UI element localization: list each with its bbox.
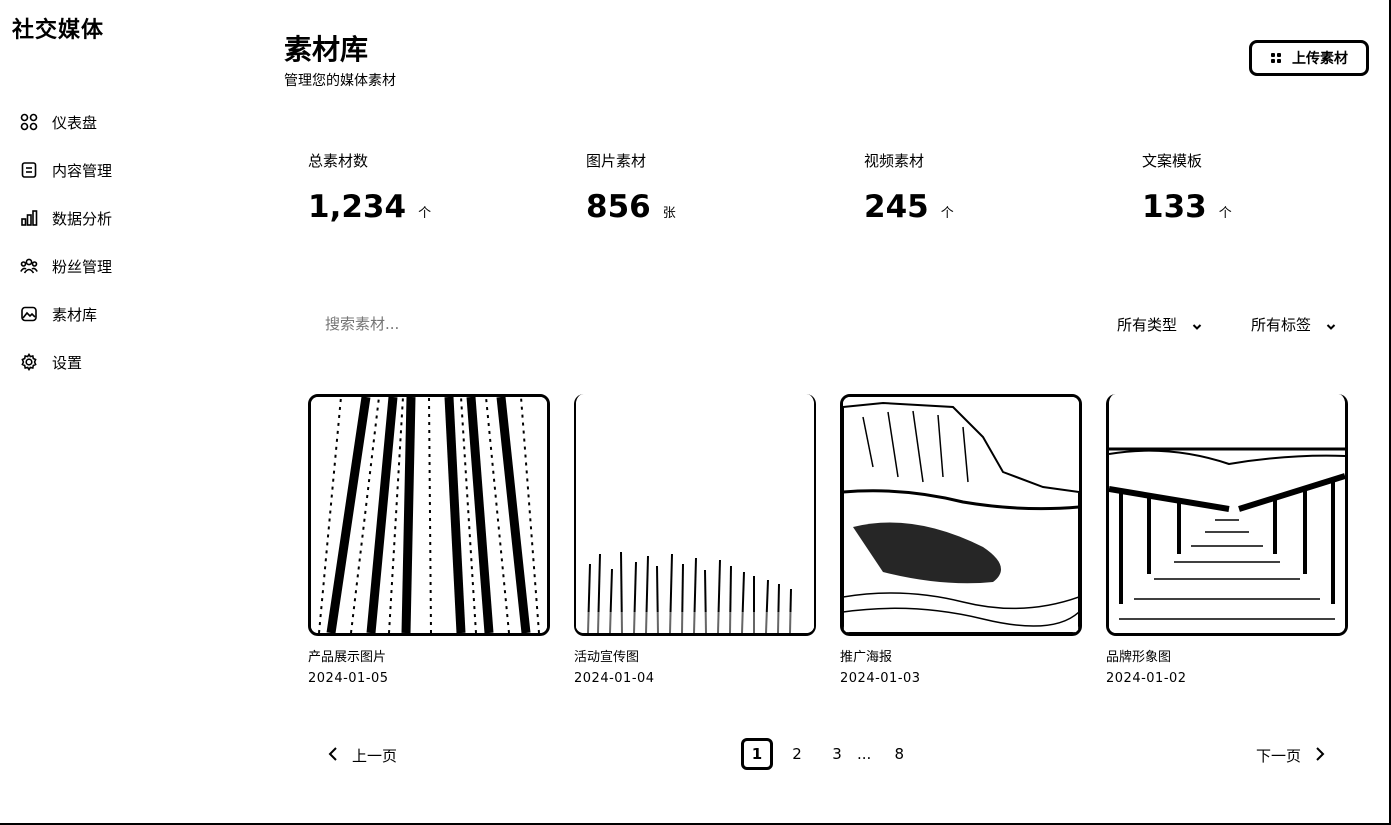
sidebar-item-label: 数据分析 — [52, 209, 113, 228]
tag-select-value: 所有标签 — [1251, 316, 1312, 334]
sidebar-item-dashboard[interactable]: 仪表盘 — [20, 98, 112, 146]
stat-unit: 张 — [662, 206, 676, 221]
sidebar-item-label: 设置 — [52, 353, 83, 372]
type-select-value: 所有类型 — [1117, 316, 1178, 334]
prev-page-label: 上一页 — [352, 747, 398, 765]
sidebar-item-label: 素材库 — [52, 305, 98, 324]
grid-icon — [1270, 52, 1282, 64]
image-icon — [20, 305, 38, 323]
card-title: 品牌形象图 — [1106, 650, 1172, 665]
stat-label: 文案模板 — [1142, 152, 1203, 170]
media-card[interactable]: 产品展示图片 2024-01-05 — [308, 394, 550, 686]
media-thumbnail-field[interactable] — [574, 394, 816, 636]
sidebar-item-library[interactable]: 素材库 — [20, 290, 112, 338]
sidebar-item-settings[interactable]: 设置 — [20, 338, 112, 386]
next-page-button[interactable]: 下一页 — [1256, 745, 1325, 766]
document-icon — [20, 161, 38, 179]
search-input[interactable] — [325, 313, 625, 335]
stat-label: 视频素材 — [864, 152, 925, 170]
sidebar-item-label: 仪表盘 — [52, 113, 98, 132]
stat-label: 总素材数 — [308, 152, 369, 170]
upload-button[interactable]: 上传素材 — [1249, 40, 1369, 76]
stat-images: 图片素材 856 张 — [586, 150, 676, 225]
card-date: 2024-01-02 — [1106, 671, 1187, 686]
stat-unit: 个 — [418, 206, 432, 221]
upload-button-label: 上传素材 — [1292, 51, 1348, 67]
media-card[interactable]: 品牌形象图 2024-01-02 — [1106, 394, 1348, 686]
stat-total: 总素材数 1,234 个 — [308, 150, 431, 225]
media-thumbnail-coast[interactable] — [840, 394, 1082, 636]
media-thumbnail-forest[interactable] — [308, 394, 550, 636]
users-icon — [20, 257, 38, 275]
gear-icon — [20, 352, 38, 372]
stat-value: 245 — [864, 189, 929, 225]
card-title: 推广海报 — [840, 650, 893, 665]
page-1[interactable]: 1 — [741, 738, 773, 770]
card-title: 活动宣传图 — [574, 650, 640, 665]
sidebar-item-analytics[interactable]: 数据分析 — [20, 194, 112, 242]
stat-value: 856 — [586, 189, 651, 225]
stat-templates: 文案模板 133 个 — [1142, 150, 1232, 225]
next-page-label: 下一页 — [1256, 747, 1302, 765]
dashboard-icon — [20, 113, 38, 131]
stat-unit: 个 — [940, 206, 954, 221]
chevron-down-icon — [1325, 319, 1337, 331]
chevron-down-icon — [1191, 319, 1203, 331]
page-3[interactable]: 3 — [821, 738, 853, 770]
pagination: 1 2 3 ... 8 — [741, 738, 923, 770]
stat-label: 图片素材 — [586, 152, 647, 170]
sidebar-item-fans[interactable]: 粉丝管理 — [20, 242, 112, 290]
chevron-right-icon — [1315, 746, 1325, 765]
card-date: 2024-01-05 — [308, 671, 389, 686]
tag-select[interactable]: 所有标签 — [1251, 314, 1337, 335]
stat-value: 133 — [1142, 189, 1207, 225]
stat-videos: 视频素材 245 个 — [864, 150, 954, 225]
page-title: 素材库 — [284, 33, 369, 66]
media-card[interactable]: 推广海报 2024-01-03 — [840, 394, 1082, 686]
page-2[interactable]: 2 — [781, 738, 813, 770]
media-card[interactable]: 活动宣传图 2024-01-04 — [574, 394, 816, 686]
sidebar-nav: 仪表盘 内容管理 数据分析 粉丝管理 素材库 设置 — [20, 98, 112, 386]
prev-page-button[interactable]: 上一页 — [328, 745, 397, 766]
app-brand: 社交媒体 — [12, 18, 105, 43]
chevron-left-icon — [328, 746, 338, 765]
page-subtitle: 管理您的媒体素材 — [284, 73, 396, 89]
media-thumbnail-bridge[interactable] — [1106, 394, 1348, 636]
page-8[interactable]: 8 — [883, 738, 915, 770]
sidebar-item-content[interactable]: 内容管理 — [20, 146, 112, 194]
card-date: 2024-01-03 — [840, 671, 921, 686]
stat-value: 1,234 — [308, 189, 407, 225]
sidebar-item-label: 粉丝管理 — [52, 257, 113, 276]
stat-unit: 个 — [1218, 206, 1232, 221]
card-date: 2024-01-04 — [574, 671, 655, 686]
type-select[interactable]: 所有类型 — [1117, 314, 1203, 335]
pagination-ellipsis: ... — [857, 745, 872, 763]
bar-chart-icon — [20, 209, 38, 227]
card-title: 产品展示图片 — [308, 650, 387, 665]
sidebar-item-label: 内容管理 — [52, 161, 113, 180]
